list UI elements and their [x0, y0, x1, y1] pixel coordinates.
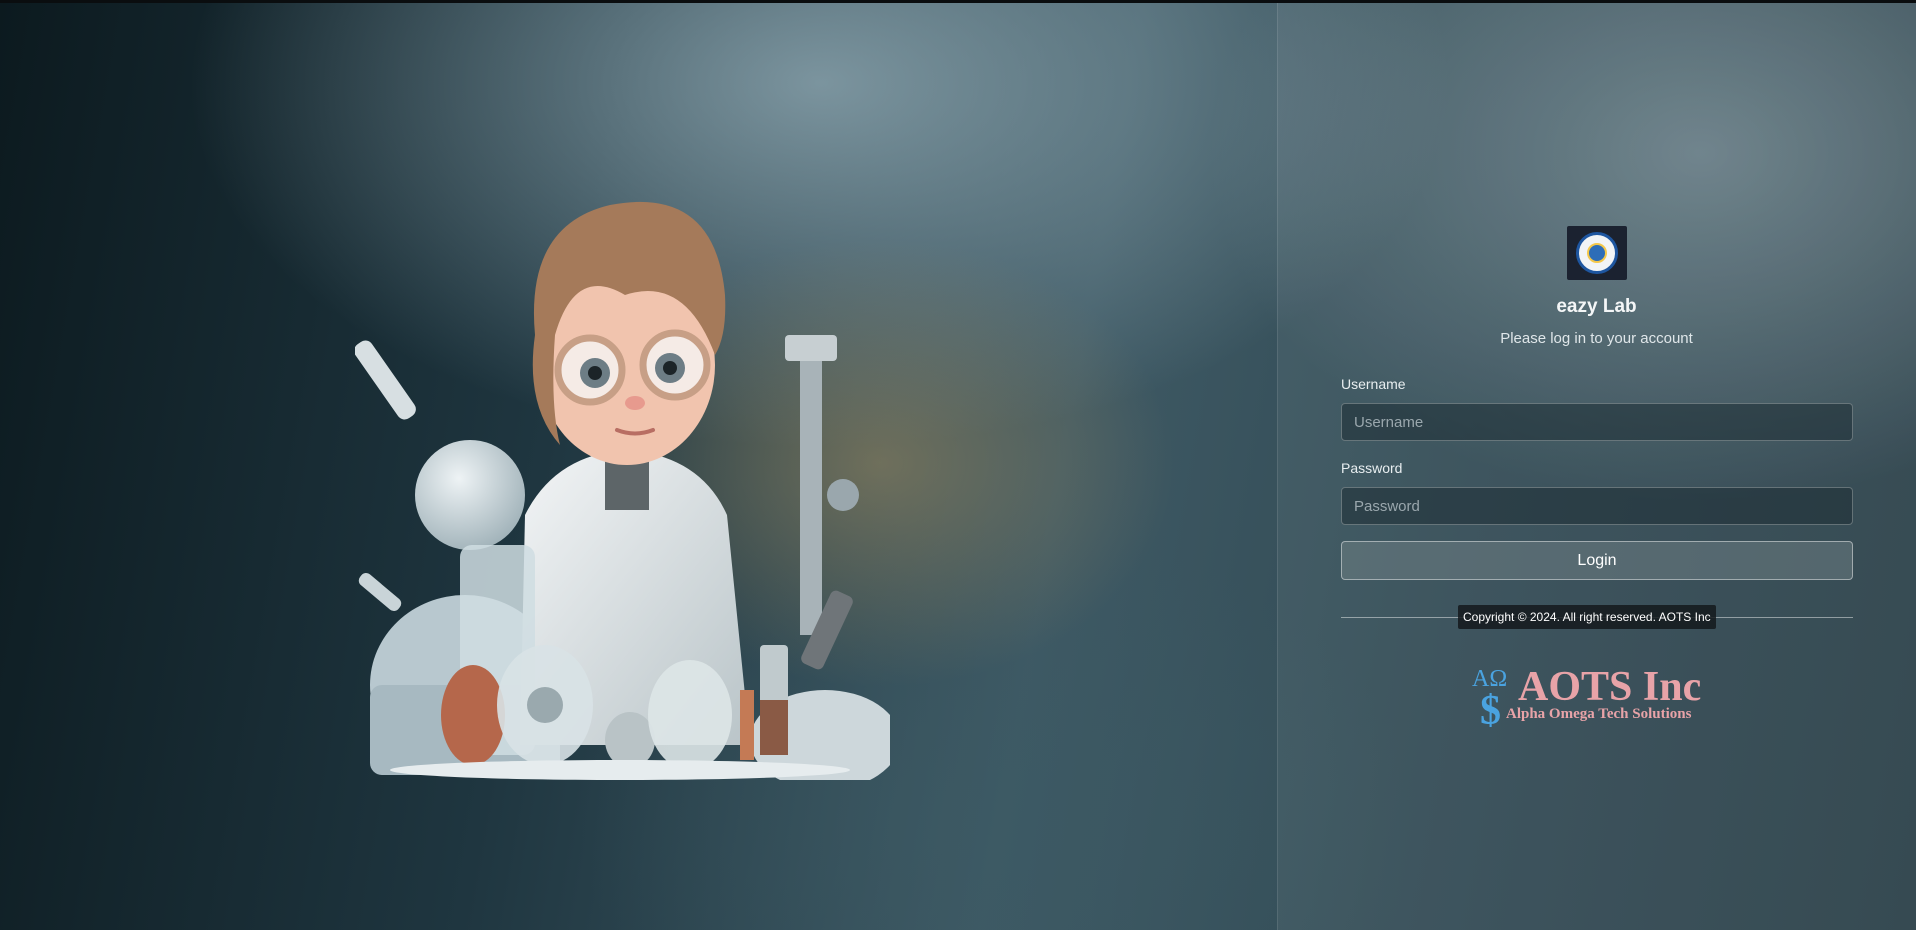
password-input[interactable] — [1341, 487, 1853, 525]
aots-brand-logo: AΩ $ AOTS Inc Alpha Omega Tech Solutions — [1472, 664, 1701, 730]
scientist-illustration — [355, 201, 890, 780]
organization-logo — [1567, 226, 1627, 280]
seal-icon — [1576, 232, 1618, 274]
brand-tagline: Alpha Omega Tech Solutions — [1506, 706, 1692, 722]
password-label: Password — [1341, 460, 1403, 476]
copyright-text: Copyright © 2024. All right reserved. AO… — [1458, 605, 1716, 629]
login-subtitle: Please log in to your account — [1500, 330, 1693, 347]
brand-dollar: $ — [1480, 688, 1501, 730]
app-title: eazy Lab — [1556, 296, 1637, 317]
seal-center-icon — [1587, 243, 1607, 263]
login-button[interactable]: Login — [1341, 541, 1853, 580]
username-input[interactable] — [1341, 403, 1853, 441]
brand-name: AOTS Inc — [1518, 664, 1701, 710]
username-label: Username — [1341, 376, 1406, 392]
